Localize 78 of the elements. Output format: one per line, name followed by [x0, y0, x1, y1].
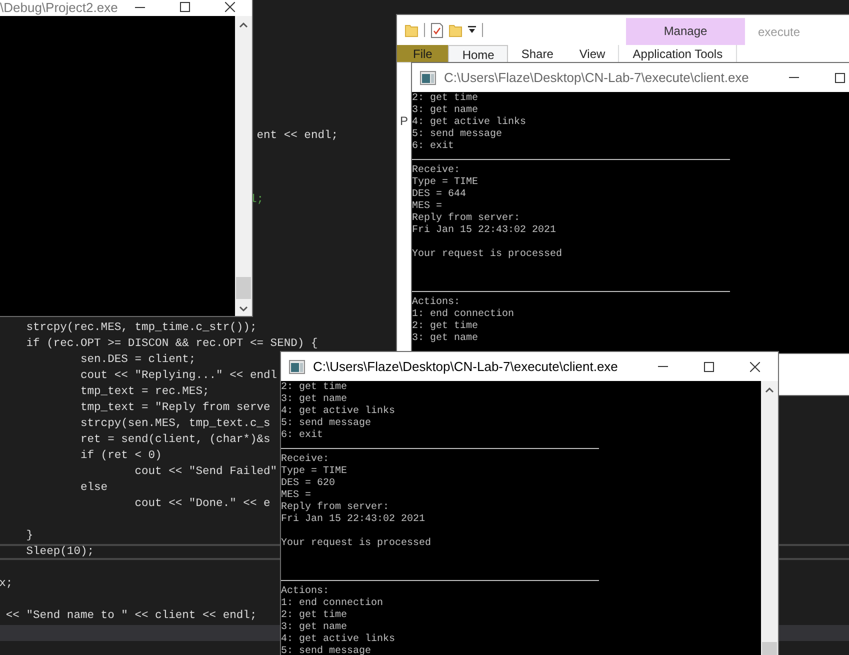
console-line: Fri Jan 15 22:43:02 2021	[412, 225, 558, 237]
maximize-icon	[835, 72, 845, 82]
console-line: 6: exit	[412, 141, 456, 153]
minimize-icon	[789, 77, 799, 78]
console-line: Your request is processed	[412, 249, 564, 261]
code-line: cout << "Replying..." << endl	[79, 368, 278, 384]
window-title: \Debug\Project2.exe	[0, 0, 118, 18]
code-line: }	[25, 528, 34, 544]
scrollbar[interactable]	[761, 381, 778, 655]
console-line: Actions:	[412, 297, 462, 308]
ribbon-tab[interactable]: Share	[508, 45, 566, 62]
console-line: 1: end connection	[281, 598, 384, 610]
code-line: ret = send(client, (char*)&s	[79, 432, 270, 448]
console-line: 3: get name	[281, 622, 348, 634]
window-title: C:\Users\Flaze\Desktop\CN-Lab-7\execute\client.exe	[444, 68, 750, 87]
code-line: sen.DES = client;	[79, 352, 196, 368]
console-line: 3: get name	[412, 333, 480, 345]
console-line: 4: get active links	[412, 117, 528, 128]
code-line: x;	[0, 577, 13, 592]
scroll-up-icon[interactable]	[239, 22, 248, 28]
console-line: 3: get name	[281, 394, 348, 406]
app-icon	[420, 70, 436, 84]
console-line: 6: exit	[281, 430, 324, 442]
console-line: MES =	[412, 201, 444, 212]
console-line: Reply from server:	[281, 502, 390, 514]
console-line: Type = TIME	[281, 466, 348, 478]
console-line: DES = 644	[412, 189, 468, 201]
code-line: tmp_text = rec.MES;	[79, 385, 210, 400]
code-line: ent << endl;	[256, 128, 338, 144]
maximize-icon	[704, 362, 714, 372]
code-line: if (ret < 0)	[79, 448, 162, 464]
console-line: Actions:	[281, 586, 330, 598]
console-line: 5: send message	[412, 129, 504, 140]
console-line: 2: get time	[412, 321, 480, 333]
console-line: 3: get name	[412, 105, 480, 116]
app-icon	[289, 360, 305, 374]
code-line: tmp_text = "Reply from serve	[79, 400, 270, 416]
console-line: 2: get time	[412, 93, 480, 105]
body-text: P	[400, 114, 408, 128]
console-line: 5: send message	[281, 646, 372, 655]
maximize-icon	[180, 2, 190, 12]
close-icon	[750, 362, 760, 372]
scrollbar[interactable]	[235, 16, 252, 316]
console-line: 2: get time	[281, 610, 348, 622]
code-line: else	[79, 480, 108, 496]
minimize-icon	[658, 366, 668, 367]
code-line: strcpy(rec.MES, tmp_time.c_str());	[25, 320, 257, 336]
ribbon-tab[interactable]: File	[397, 45, 448, 62]
dropdown-icon[interactable]	[468, 26, 476, 34]
console-line: DES = 620	[281, 478, 336, 490]
console-line: 2: get time	[281, 382, 348, 394]
console-line: Receive:	[281, 454, 330, 466]
code-line: cout << "Done." << e	[134, 496, 270, 512]
code-line: l;	[248, 192, 264, 208]
console-line: 4: get active links	[281, 406, 396, 418]
code-line: if (rec.OPT >= DISCON && rec.OPT <= SEND) {	[25, 336, 318, 352]
code-line: << "Send name to " << client << endl;	[4, 608, 257, 624]
console-line: Type = TIME	[412, 177, 480, 189]
console-line: Receive:	[412, 165, 462, 177]
window-title: execute	[758, 24, 800, 41]
context-tab-header: Manage	[626, 18, 745, 45]
console-line: Reply from server:	[412, 213, 522, 224]
scroll-up-icon[interactable]	[765, 387, 774, 393]
console-line: MES =	[281, 490, 312, 502]
window-title: C:\Users\Flaze\Desktop\CN-Lab-7\execute\client.exe	[313, 358, 619, 376]
code-line: strcpy(sen.MES, tmp_text.c_s	[79, 416, 270, 432]
console-line: 5: send message	[281, 418, 372, 430]
console-line: 1: end connection	[412, 309, 516, 320]
scrollbar-thumb[interactable]	[236, 277, 251, 299]
checklist-icon[interactable]	[431, 22, 443, 38]
minimize-icon	[135, 6, 146, 8]
console-line: 4: get active links	[281, 634, 396, 646]
console-line: Fri Jan 15 22:43:02 2021	[281, 514, 426, 526]
ribbon-tab[interactable]: View	[566, 45, 618, 62]
scroll-down-icon[interactable]	[239, 306, 248, 312]
close-icon	[225, 2, 236, 12]
ribbon-tab[interactable]: Home	[448, 45, 508, 62]
code-line: cout << "Send Failed"	[134, 464, 278, 480]
